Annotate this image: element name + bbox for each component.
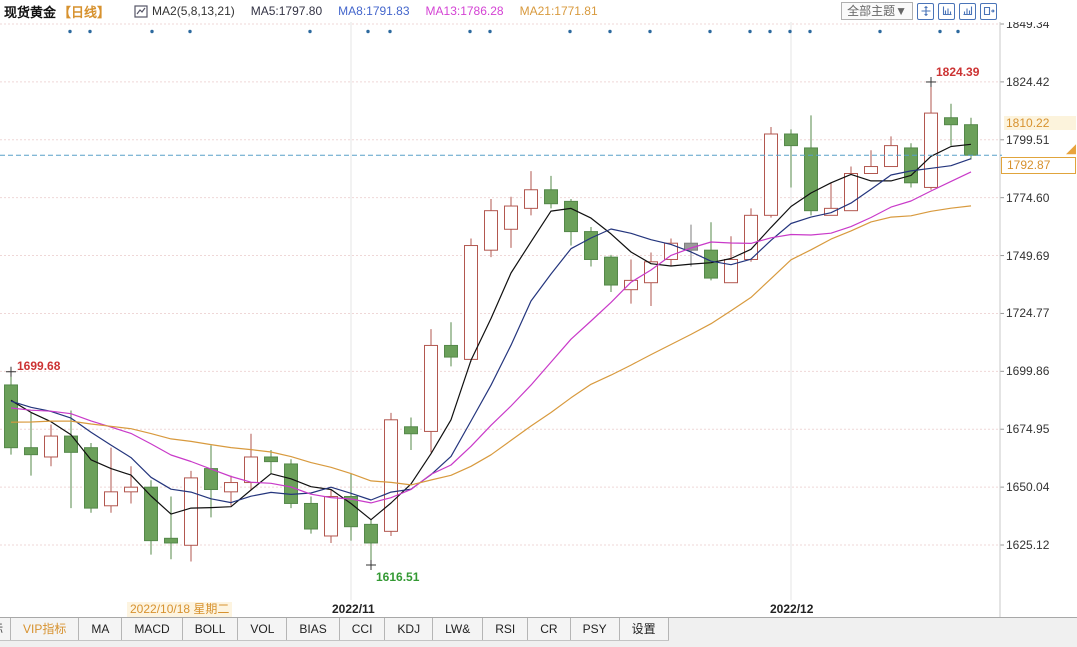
- tab-cci[interactable]: CCI: [340, 618, 386, 640]
- ma5-value: MA5:1797.80: [251, 4, 322, 18]
- tab-ma[interactable]: MA: [79, 618, 122, 640]
- chart-stage: 1824.391699.681616.51 1849.341824.421799…: [0, 0, 1077, 647]
- event-markers: [68, 30, 959, 33]
- ma21-value: MA21:1771.81: [520, 4, 598, 18]
- kline-chart-canvas[interactable]: 1824.39 1699.68 1616.51: [0, 0, 1077, 618]
- indicator-tabs: 标 VIP指标MAMACDBOLLVOLBIASCCIKDJLW&RSICRPS…: [0, 618, 669, 641]
- crosshair-tool-icon[interactable]: [917, 3, 934, 20]
- candles-series: [5, 82, 978, 565]
- y-axis-label: 1674.95: [1006, 422, 1076, 436]
- y-axis-label: 1724.77: [1006, 306, 1076, 320]
- open-price-badge: 1810.22: [1004, 116, 1076, 130]
- period-label: 【日线】: [58, 2, 110, 21]
- extreme-price-annotation: 1824.39: [936, 65, 980, 79]
- x-label-selected-date: 2022/10/18 星期二: [127, 602, 232, 617]
- kline-app-window: 1824.391699.681616.51 1849.341824.421799…: [0, 0, 1077, 647]
- y-axis-label: 1799.51: [1006, 133, 1076, 147]
- pan-right-icon[interactable]: [980, 3, 997, 20]
- chart-header: 现货黄金 【日线】 MA2(5,8,13,21) MA5:1797.80 MA8:…: [0, 0, 1077, 22]
- y-axis-label: 1625.12: [1006, 538, 1076, 552]
- symbol-title: 现货黄金: [4, 2, 56, 21]
- extreme-price-annotation: 1616.51: [376, 570, 420, 584]
- last-price-badge: 1792.87: [1001, 157, 1076, 174]
- indicator-tabbar: 标 VIP指标MAMACDBOLLVOLBIASCCIKDJLW&RSICRPS…: [0, 617, 1077, 647]
- axis-scale-left-icon[interactable]: [938, 3, 955, 20]
- theme-dropdown[interactable]: 全部主题▼: [841, 2, 913, 20]
- y-axis-label: 1650.04: [1006, 480, 1076, 494]
- tab-vip-indicators[interactable]: VIP指标: [11, 618, 79, 640]
- extreme-price-annotation: 1699.68: [17, 359, 61, 373]
- kline-chart-icon: [134, 5, 148, 18]
- tab-boll[interactable]: BOLL: [183, 618, 239, 640]
- x-label-december: 2022/12: [770, 602, 813, 617]
- ma-readouts: MA5:1797.80 MA8:1791.83 MA13:1786.28 MA21:1…: [235, 4, 598, 18]
- y-axis-label: 1699.86: [1006, 364, 1076, 378]
- tab-macd[interactable]: MACD: [122, 618, 182, 640]
- ma8-value: MA8:1791.83: [338, 4, 409, 18]
- tab-kdj[interactable]: KDJ: [385, 618, 433, 640]
- tab-psy[interactable]: PSY: [571, 618, 620, 640]
- tab-settings[interactable]: 设置: [620, 618, 669, 640]
- toolbar-icons: [913, 3, 997, 20]
- tab-rsi[interactable]: RSI: [483, 618, 528, 640]
- x-label-november: 2022/11: [332, 602, 375, 617]
- tab-cr[interactable]: CR: [528, 618, 570, 640]
- ma-settings-label: MA2(5,8,13,21): [152, 4, 235, 18]
- y-axis-label: 1824.42: [1006, 75, 1076, 89]
- tabbar-left-clip: 标: [0, 618, 11, 640]
- ma13-value: MA13:1786.28: [426, 4, 504, 18]
- header-tools: 全部主题▼: [841, 2, 997, 20]
- y-axis-label: 1774.60: [1006, 191, 1076, 205]
- axis-scale-right-icon[interactable]: [959, 3, 976, 20]
- tab-lwr[interactable]: LW&: [433, 618, 483, 640]
- y-axis-label: 1749.69: [1006, 249, 1076, 263]
- tab-bias[interactable]: BIAS: [287, 618, 339, 640]
- tab-vol[interactable]: VOL: [238, 618, 287, 640]
